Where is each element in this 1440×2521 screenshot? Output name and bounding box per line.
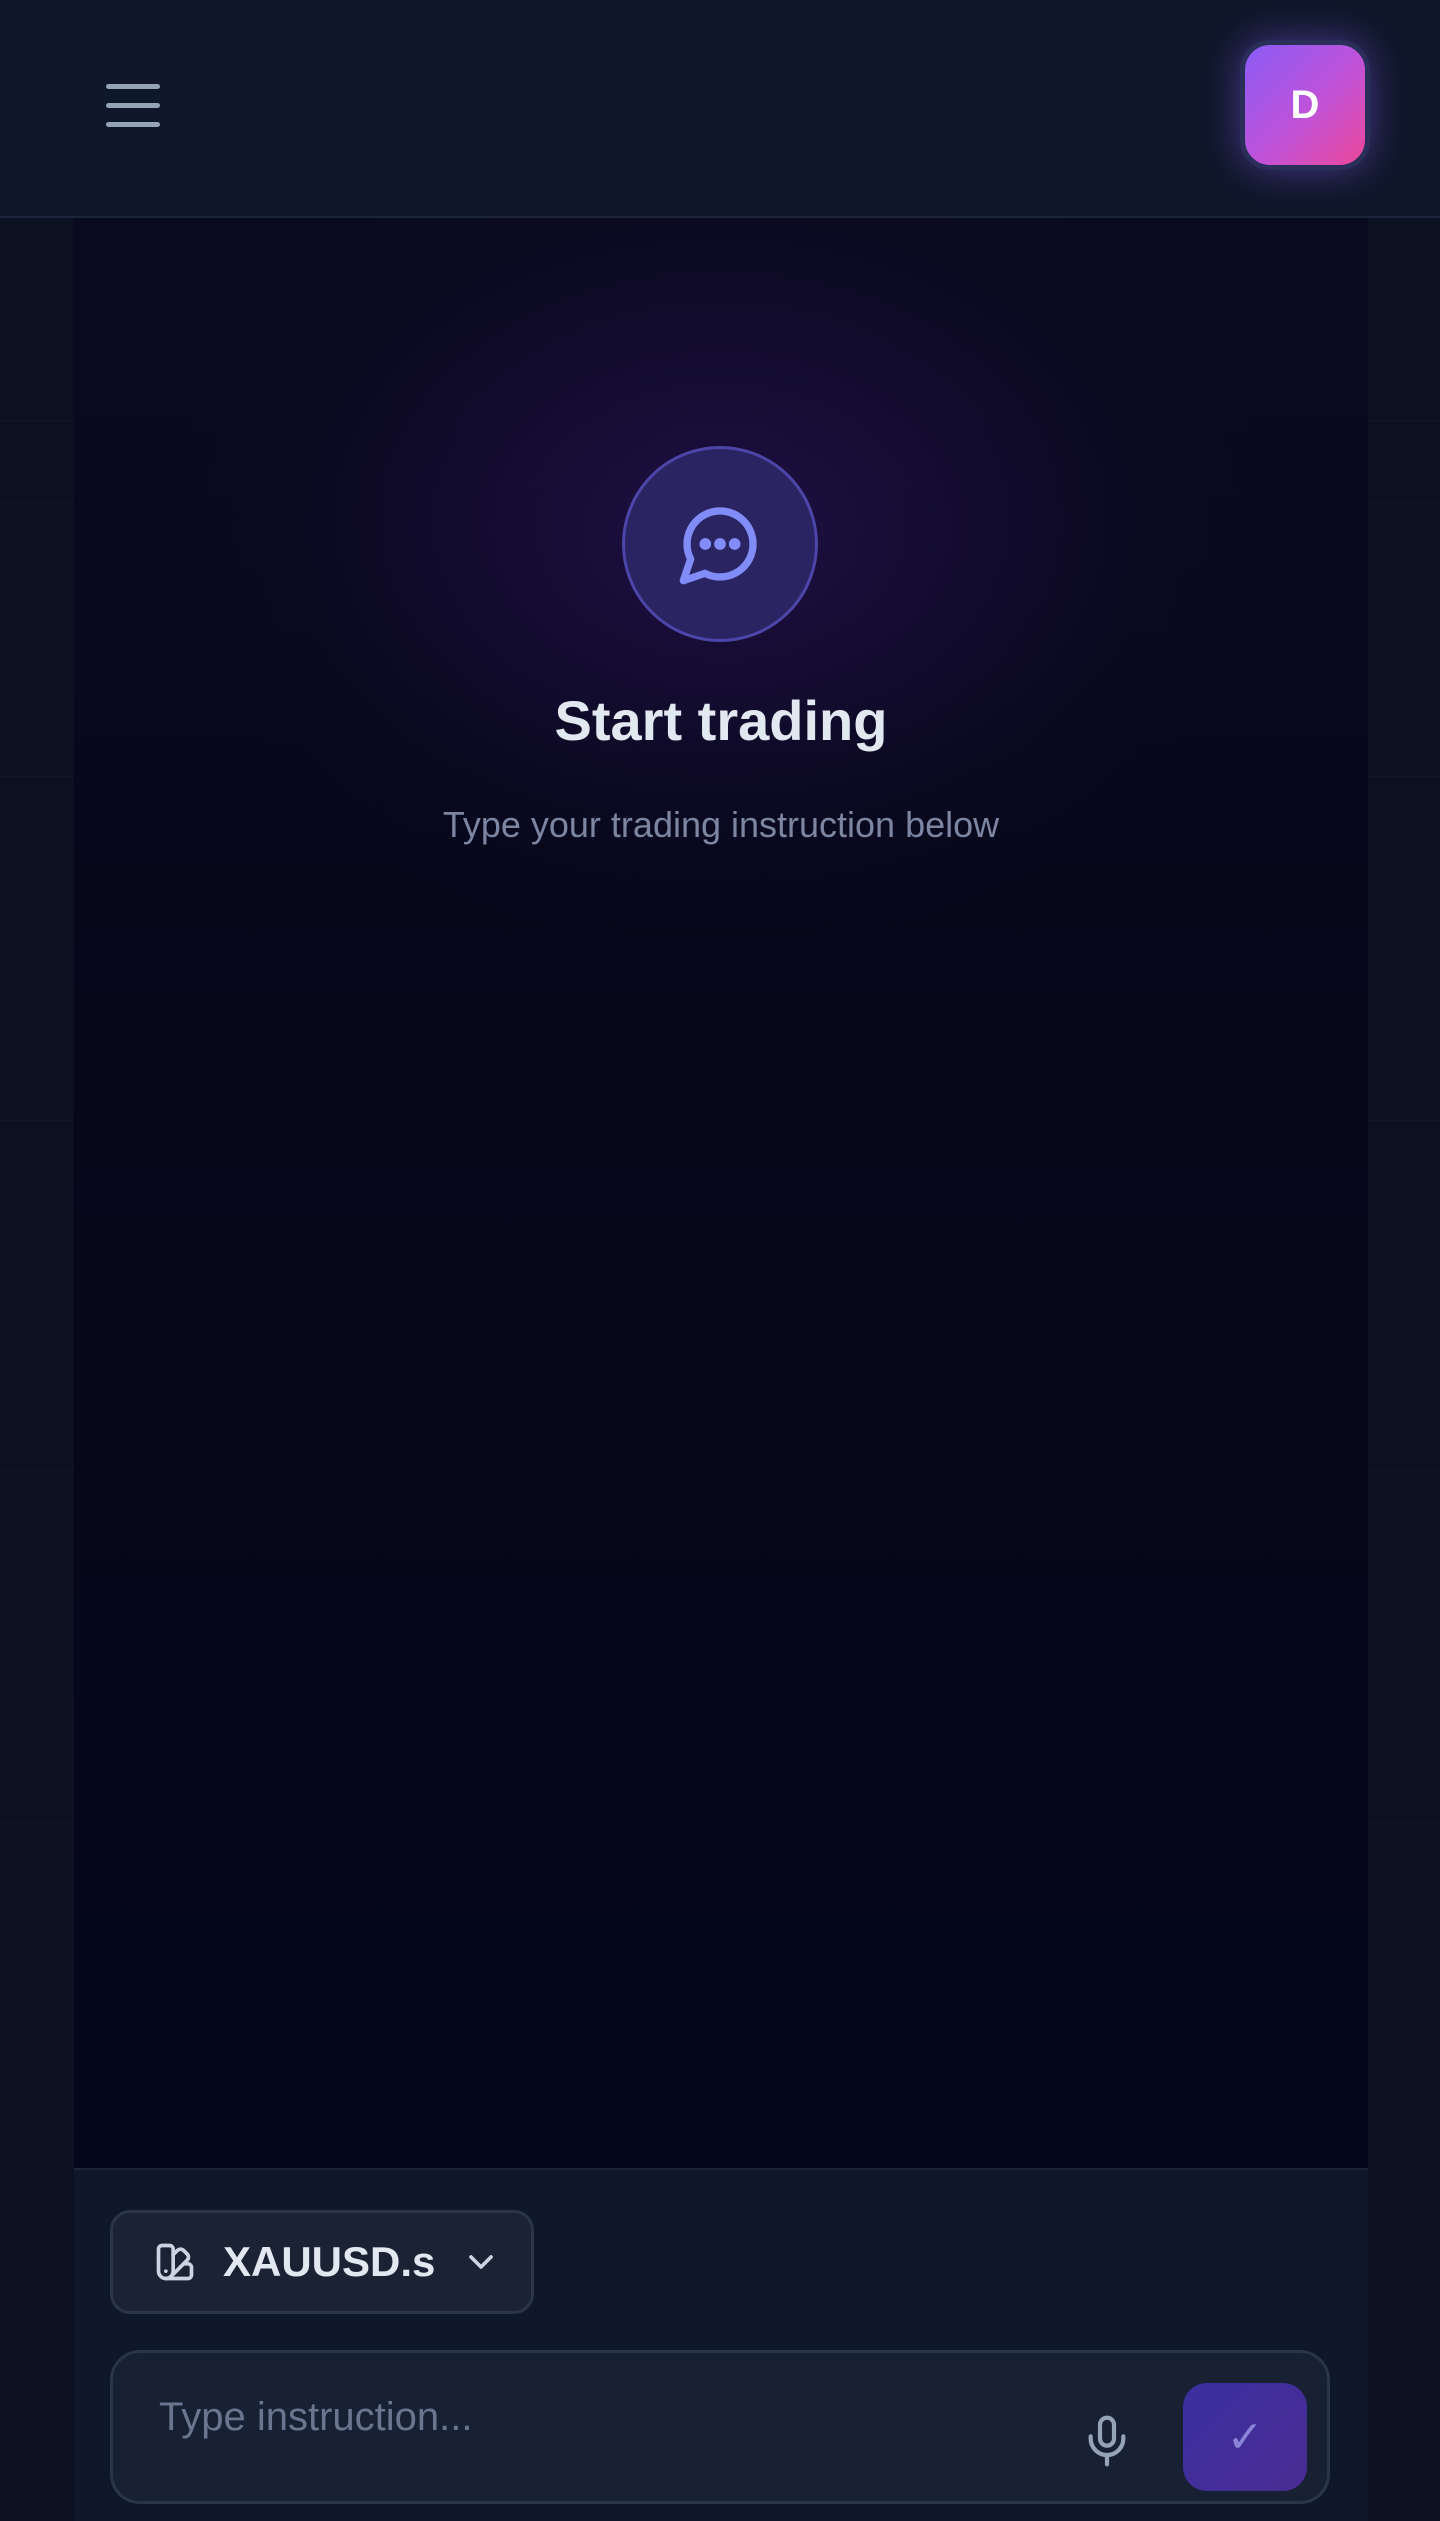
user-avatar[interactable]: D (1240, 40, 1370, 170)
chevron-down-icon (469, 2255, 494, 2269)
checkmark-icon: ✓ (1226, 2412, 1264, 2462)
microphone-button[interactable] (1079, 2411, 1135, 2471)
instruction-input-box: ✓ (110, 2350, 1330, 2504)
menu-button[interactable] (96, 72, 172, 138)
message-bubble-icon (679, 507, 757, 585)
empty-state-title: Start trading (554, 689, 888, 752)
avatar-initial: D (1290, 82, 1320, 127)
empty-state-subtitle: Type your trading instruction below (442, 804, 1000, 845)
top-bar: D (0, 0, 1440, 218)
send-button[interactable]: ✓ (1183, 2383, 1307, 2491)
hamburger-menu-icon (106, 83, 160, 89)
empty-state-badge (622, 446, 818, 642)
chat-area: Start trading Type your trading instruct… (74, 218, 1368, 2168)
swatch-book-icon (156, 2243, 194, 2281)
composer-panel: XAUUSD.s ✓ (74, 2168, 1368, 2521)
symbol-selector[interactable]: XAUUSD.s (110, 2210, 534, 2314)
microphone-icon (1088, 2415, 1126, 2467)
instruction-input[interactable] (159, 2381, 1039, 2453)
symbol-label: XAUUSD.s (223, 2238, 436, 2285)
